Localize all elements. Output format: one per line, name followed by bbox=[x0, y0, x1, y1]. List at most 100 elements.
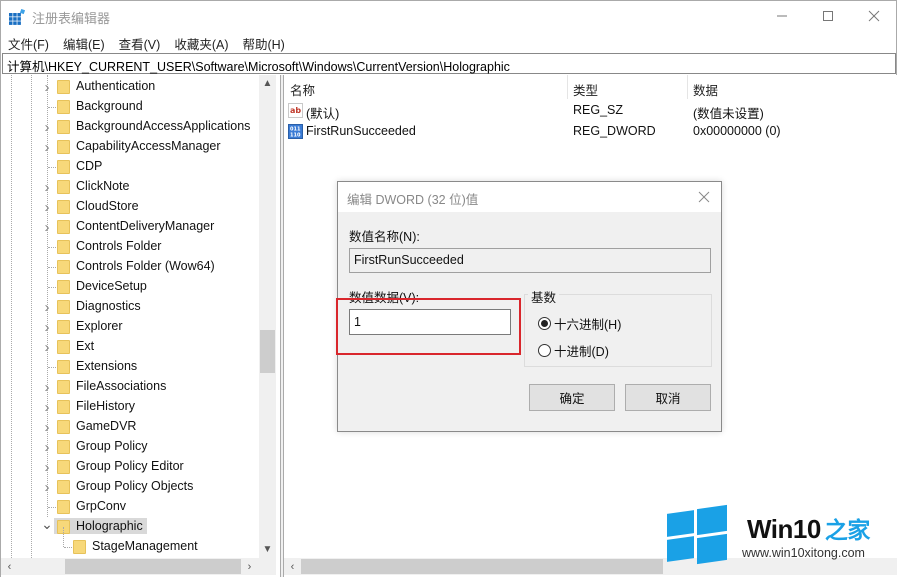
menu-help[interactable]: 帮助(H) bbox=[235, 31, 291, 53]
list-row[interactable]: 011 110 FirstRunSucceeded REG_DWORD 0x000… bbox=[284, 122, 897, 142]
tree-item[interactable]: CDP bbox=[1, 157, 259, 177]
address-bar[interactable]: 计算机\HKEY_CURRENT_USER\Software\Microsoft… bbox=[2, 53, 896, 74]
chevron-right-icon[interactable]: › bbox=[42, 457, 52, 477]
menu-edit[interactable]: 编辑(E) bbox=[56, 31, 112, 53]
column-separator[interactable] bbox=[567, 75, 568, 99]
tree-item[interactable]: › ContentDeliveryManager bbox=[1, 217, 259, 237]
tree-item-label[interactable]: Extensions bbox=[74, 358, 139, 374]
chevron-right-icon[interactable]: › bbox=[42, 337, 52, 357]
tree-item-label[interactable]: CapabilityAccessManager bbox=[74, 138, 223, 154]
tree-item[interactable]: › FileAssociations bbox=[1, 377, 259, 397]
scroll-left-icon[interactable]: ‹ bbox=[1, 558, 18, 575]
chevron-right-icon[interactable]: › bbox=[42, 117, 52, 137]
tree-item-label[interactable]: FileHistory bbox=[74, 398, 137, 414]
chevron-right-icon[interactable]: › bbox=[42, 417, 52, 437]
tree-item-label[interactable]: GrpConv bbox=[74, 498, 128, 514]
list-hscroll-thumb[interactable] bbox=[301, 559, 663, 574]
menu-favorites[interactable]: 收藏夹(A) bbox=[167, 31, 235, 53]
tree-item-label[interactable]: CDP bbox=[74, 158, 104, 174]
ok-button[interactable]: 确定 bbox=[529, 384, 615, 411]
radio-button-checked[interactable] bbox=[538, 317, 551, 330]
tree-item[interactable]: Extensions bbox=[1, 357, 259, 377]
menu-view[interactable]: 查看(V) bbox=[112, 31, 168, 53]
tree-item[interactable]: › Group Policy bbox=[1, 437, 259, 457]
chevron-right-icon[interactable]: › bbox=[42, 437, 52, 457]
tree-item[interactable]: Background bbox=[1, 97, 259, 117]
dialog-close-button[interactable] bbox=[693, 186, 715, 208]
column-name[interactable]: 名称 bbox=[290, 80, 315, 99]
chevron-right-icon[interactable]: › bbox=[42, 177, 52, 197]
tree-horizontal-scrollbar[interactable]: ‹ › bbox=[1, 558, 276, 575]
tree-item-label[interactable]: DeviceSetup bbox=[74, 278, 149, 294]
tree-item-label[interactable]: Background bbox=[74, 98, 145, 114]
tree-item[interactable]: Controls Folder (Wow64) bbox=[1, 257, 259, 277]
tree-item[interactable]: GrpConv bbox=[1, 497, 259, 517]
tree-item-label[interactable]: Group Policy Editor bbox=[74, 458, 186, 474]
tree-item-label[interactable]: ClickNote bbox=[74, 178, 132, 194]
tree-item-label[interactable]: FileAssociations bbox=[74, 378, 168, 394]
radio-decimal[interactable]: 十进制(D) bbox=[538, 341, 609, 360]
scroll-left-icon[interactable]: ‹ bbox=[284, 558, 301, 575]
tree-guide-line bbox=[48, 247, 56, 248]
radio-button-unchecked[interactable] bbox=[538, 344, 551, 357]
tree-item[interactable]: › ClickNote bbox=[1, 177, 259, 197]
chevron-right-icon[interactable]: › bbox=[42, 77, 52, 97]
chevron-right-icon[interactable]: › bbox=[42, 377, 52, 397]
tree-item[interactable]: › Group Policy Editor bbox=[1, 457, 259, 477]
tree-item[interactable]: DeviceSetup bbox=[1, 277, 259, 297]
menu-file[interactable]: 文件(F) bbox=[1, 31, 56, 53]
tree-item[interactable]: › FileHistory bbox=[1, 397, 259, 417]
close-button[interactable] bbox=[851, 1, 897, 31]
key-tree-pane: › Authentication Background › BackgroundAcce… bbox=[1, 75, 280, 577]
tree-item-label[interactable]: Ext bbox=[74, 338, 96, 354]
tree-item[interactable]: › GameDVR bbox=[1, 417, 259, 437]
value-name: FirstRunSucceeded bbox=[306, 124, 416, 138]
tree-item[interactable]: › Ext bbox=[1, 337, 259, 357]
tree-item[interactable]: › BackgroundAccessApplications bbox=[1, 117, 259, 137]
tree-item-label[interactable]: Authentication bbox=[74, 78, 157, 94]
tree-item[interactable]: › CloudStore bbox=[1, 197, 259, 217]
chevron-right-icon[interactable]: › bbox=[42, 397, 52, 417]
tree-item[interactable]: › Diagnostics bbox=[1, 297, 259, 317]
maximize-button[interactable] bbox=[805, 1, 851, 31]
tree-item-label[interactable]: BackgroundAccessApplications bbox=[74, 118, 252, 134]
tree-item-label[interactable]: GameDVR bbox=[74, 418, 138, 434]
tree-item-label[interactable]: Controls Folder (Wow64) bbox=[74, 258, 217, 274]
tree-vertical-scrollbar[interactable]: ▲ ▼ bbox=[259, 75, 276, 558]
tree-item-label[interactable]: ContentDeliveryManager bbox=[74, 218, 216, 234]
tree-item-label[interactable]: CloudStore bbox=[74, 198, 141, 214]
tree-item[interactable]: StageManagement bbox=[1, 527, 259, 557]
tree-vscroll-thumb[interactable] bbox=[260, 330, 275, 373]
tree-item-label[interactable]: Group Policy Objects bbox=[74, 478, 195, 494]
minimize-button[interactable] bbox=[759, 1, 805, 31]
chevron-down-icon[interactable]: ⌄ bbox=[41, 514, 53, 534]
chevron-right-icon[interactable]: › bbox=[42, 137, 52, 157]
tree-item[interactable]: › Authentication bbox=[1, 77, 259, 97]
chevron-right-icon[interactable]: › bbox=[42, 477, 52, 497]
chevron-right-icon[interactable]: › bbox=[42, 297, 52, 317]
list-row[interactable]: ab (默认) REG_SZ (数值未设置) bbox=[284, 101, 897, 121]
tree-item[interactable]: › Explorer bbox=[1, 317, 259, 337]
tree-item[interactable]: ⌄ Holographic bbox=[1, 514, 259, 537]
value-data-input[interactable] bbox=[349, 309, 511, 335]
column-data[interactable]: 数据 bbox=[693, 80, 718, 99]
tree-item-label[interactable]: Diagnostics bbox=[74, 298, 143, 314]
tree-item-label[interactable]: Explorer bbox=[74, 318, 125, 334]
tree-item-label[interactable]: Group Policy bbox=[74, 438, 150, 454]
scroll-right-icon[interactable]: › bbox=[241, 558, 258, 575]
tree-item[interactable]: Controls Folder bbox=[1, 237, 259, 257]
tree-hscroll-thumb[interactable] bbox=[65, 559, 241, 574]
tree-item-label[interactable]: StageManagement bbox=[90, 538, 200, 554]
tree-item[interactable]: › CapabilityAccessManager bbox=[1, 137, 259, 157]
chevron-right-icon[interactable]: › bbox=[42, 197, 52, 217]
cancel-button[interactable]: 取消 bbox=[625, 384, 711, 411]
column-separator[interactable] bbox=[687, 75, 688, 99]
radio-hexadecimal[interactable]: 十六进制(H) bbox=[538, 314, 621, 333]
scroll-down-icon[interactable]: ▼ bbox=[259, 541, 276, 558]
tree-item-label[interactable]: Controls Folder bbox=[74, 238, 163, 254]
scroll-up-icon[interactable]: ▲ bbox=[259, 75, 276, 92]
column-type[interactable]: 类型 bbox=[573, 80, 598, 99]
chevron-right-icon[interactable]: › bbox=[42, 317, 52, 337]
tree-item[interactable]: › Group Policy Objects bbox=[1, 477, 259, 497]
chevron-right-icon[interactable]: › bbox=[42, 217, 52, 237]
